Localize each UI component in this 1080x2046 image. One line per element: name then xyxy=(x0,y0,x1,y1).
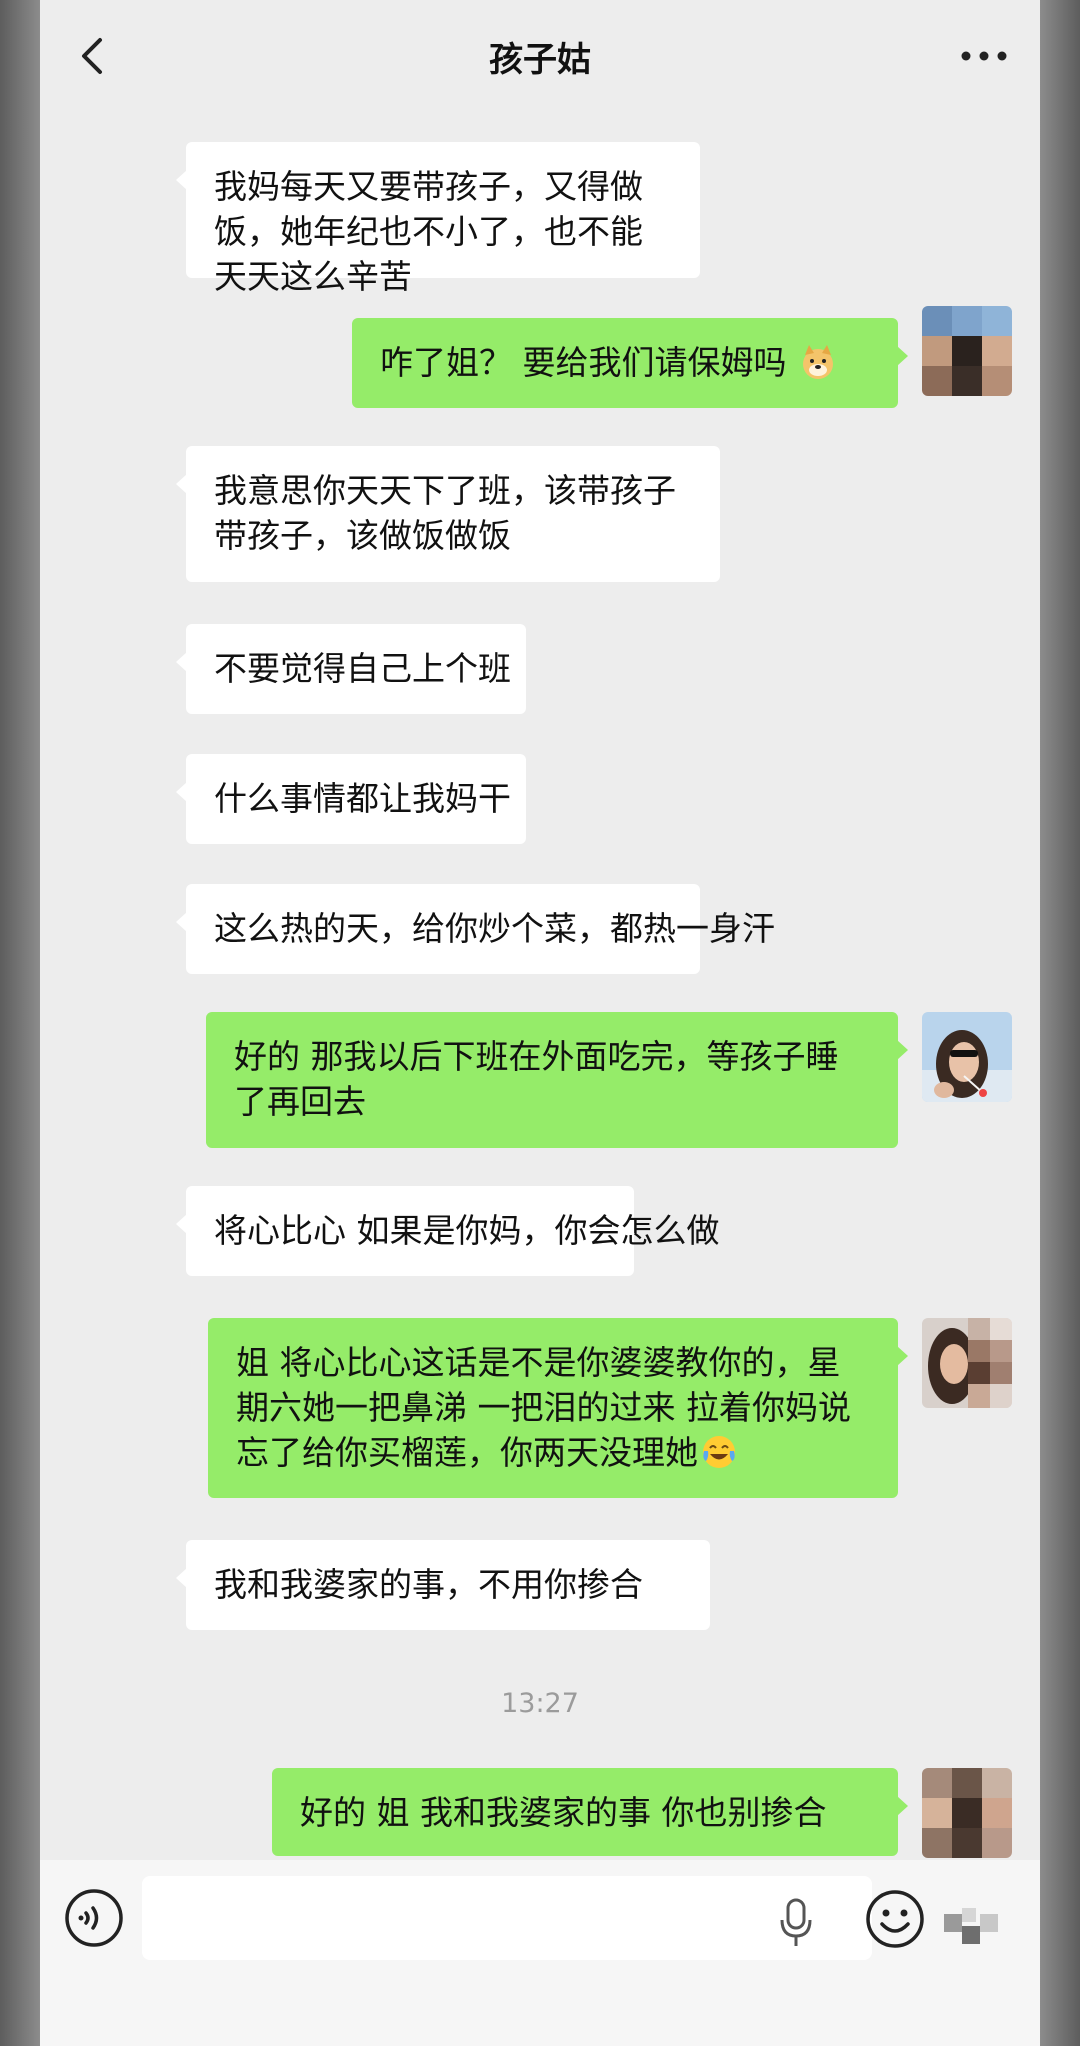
message-timestamp: 13:27 xyxy=(501,1688,579,1719)
message-bubble-incoming[interactable]: 什么事情都让我妈干 xyxy=(176,754,526,844)
pixelated-avatar-image xyxy=(922,1318,1012,1408)
avatar-self[interactable] xyxy=(922,1318,1012,1408)
message-text: 好的 那我以后下班在外面吃完，等孩子睡了再回去 xyxy=(234,1037,839,1121)
message-bubble-incoming[interactable]: 这么热的天，给你炒个菜，都热一身汗 xyxy=(176,884,775,974)
mic-button[interactable] xyxy=(778,1898,814,1948)
avatar-self[interactable] xyxy=(922,1768,1012,1858)
more-actions-button[interactable] xyxy=(940,1906,1010,1956)
message-bubble-outgoing[interactable]: 好的 那我以后下班在外面吃完，等孩子睡了再回去 xyxy=(206,1012,908,1148)
pixelated-avatar-image xyxy=(922,1768,1012,1858)
avatar-self[interactable] xyxy=(922,1012,1012,1102)
message-bubble-incoming[interactable]: 我意思你天天下了班，该带孩子带孩子，该做饭做饭 xyxy=(176,446,720,582)
avatar-self[interactable] xyxy=(922,306,1012,396)
message-input[interactable] xyxy=(142,1876,872,1960)
more-dots-icon xyxy=(961,51,1007,61)
chat-input-bar xyxy=(40,1860,1040,2046)
pixelated-avatar-image xyxy=(922,306,1012,396)
emoji-button[interactable] xyxy=(864,1888,926,1950)
crying-laughing-emoji-icon xyxy=(700,1433,738,1471)
mic-icon xyxy=(780,1898,812,1946)
message-text: 咋了姐？ 要给我们请保姆吗 xyxy=(380,343,787,382)
message-text: 好的 姐 我和我婆家的事 你也别掺合 xyxy=(300,1793,827,1832)
message-bubble-outgoing[interactable]: 好的 姐 我和我婆家的事 你也别掺合 xyxy=(272,1768,908,1856)
message-text: 我妈每天又要带孩子，又得做饭，她年纪也不小了，也不能天天这么辛苦 xyxy=(214,167,643,296)
chat-screen: 孩子姑 我妈每天又要带孩子，又得做饭，她年纪也不小了，也不能天天这么辛苦 咋了姐… xyxy=(40,0,1040,2046)
screen-edge-left xyxy=(0,0,40,2046)
message-bubble-outgoing[interactable]: 姐 将心比心这话是不是你婆婆教你的，星期六她一把鼻涕 一把泪的过来 拉着你妈说忘… xyxy=(208,1318,908,1498)
message-bubble-incoming[interactable]: 不要觉得自己上个班 xyxy=(176,624,526,714)
message-bubble-incoming[interactable]: 我和我婆家的事，不用你掺合 xyxy=(176,1540,710,1630)
woman-avatar-image xyxy=(922,1012,1012,1102)
message-bubble-incoming[interactable]: 我妈每天又要带孩子，又得做饭，她年纪也不小了，也不能天天这么辛苦 xyxy=(176,142,700,296)
message-text: 我和我婆家的事，不用你掺合 xyxy=(214,1565,643,1604)
message-text: 什么事情都让我妈干 xyxy=(214,779,511,818)
voice-mode-button[interactable] xyxy=(64,1888,124,1948)
message-text: 不要觉得自己上个班 xyxy=(214,649,511,688)
more-button[interactable] xyxy=(956,38,1012,74)
message-text: 姐 将心比心这话是不是你婆婆教你的，星期六她一把鼻涕 一把泪的过来 拉着你妈说忘… xyxy=(236,1343,851,1472)
doge-emoji-icon xyxy=(799,343,837,381)
chat-header: 孩子姑 xyxy=(40,0,1040,112)
message-text: 我意思你天天下了班，该带孩子带孩子，该做饭做饭 xyxy=(214,471,676,555)
message-text: 将心比心 如果是你妈，你会怎么做 xyxy=(214,1211,720,1250)
chat-title: 孩子姑 xyxy=(489,40,591,80)
message-bubble-incoming[interactable]: 将心比心 如果是你妈，你会怎么做 xyxy=(176,1186,720,1276)
screen-edge-right xyxy=(1040,0,1080,2046)
voice-icon xyxy=(65,1889,123,1947)
emoji-icon xyxy=(866,1890,924,1948)
message-text: 这么热的天，给你炒个菜，都热一身汗 xyxy=(214,909,775,948)
plus-icon xyxy=(944,1908,998,1944)
message-bubble-outgoing[interactable]: 咋了姐？ 要给我们请保姆吗 xyxy=(352,318,908,408)
